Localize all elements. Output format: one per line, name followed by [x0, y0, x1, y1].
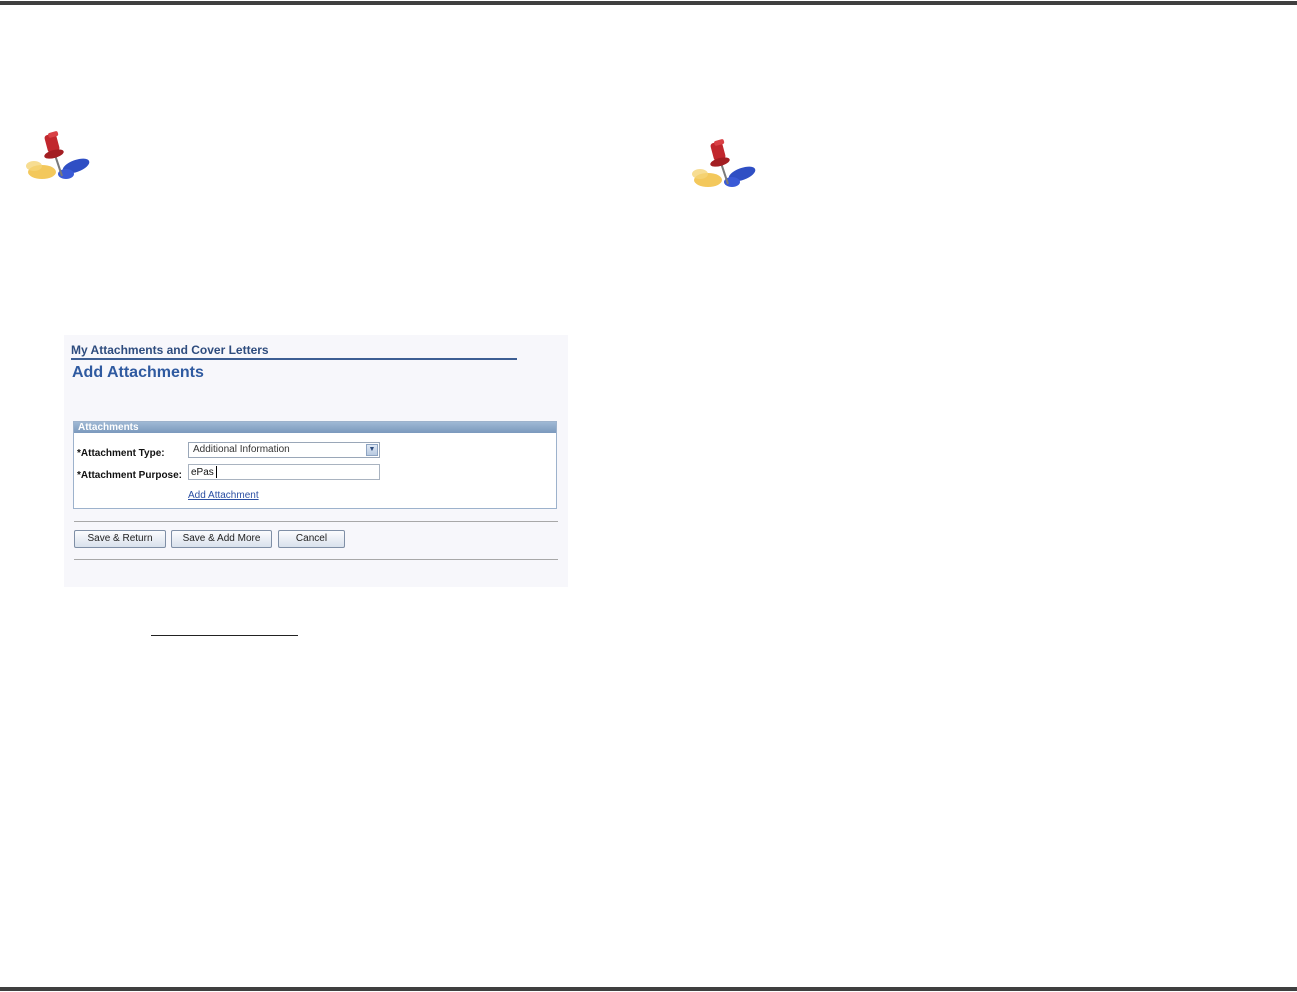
- attachment-purpose-label: *Attachment Purpose:: [77, 470, 183, 481]
- add-attachment-link[interactable]: Add Attachment: [188, 490, 259, 501]
- attachment-type-label: *Attachment Type:: [77, 448, 165, 459]
- pushpin-icon: [684, 136, 764, 202]
- attachments-group: Attachments *Attachment Type: Additional…: [73, 421, 557, 509]
- cancel-button[interactable]: Cancel: [278, 530, 345, 548]
- bottom-rule: [0, 987, 1297, 991]
- divider: [74, 521, 558, 522]
- attachments-group-header: Attachments: [74, 422, 556, 433]
- save-and-return-button[interactable]: Save & Return: [74, 530, 166, 548]
- chevron-down-icon[interactable]: ▼: [366, 444, 378, 456]
- attachment-type-select[interactable]: Additional Information ▼: [188, 442, 380, 458]
- text-caret: [216, 466, 217, 478]
- top-rule: [0, 1, 1297, 5]
- breadcrumb: My Attachments and Cover Letters: [71, 343, 517, 360]
- add-attachments-panel: My Attachments and Cover Letters Add Att…: [64, 335, 568, 587]
- save-and-add-more-button[interactable]: Save & Add More: [171, 530, 272, 548]
- underline-rule: [151, 635, 298, 636]
- page-title: Add Attachments: [72, 364, 204, 381]
- divider: [74, 559, 558, 560]
- pushpin-icon: [18, 128, 98, 194]
- attachment-type-value: Additional Information: [193, 444, 290, 455]
